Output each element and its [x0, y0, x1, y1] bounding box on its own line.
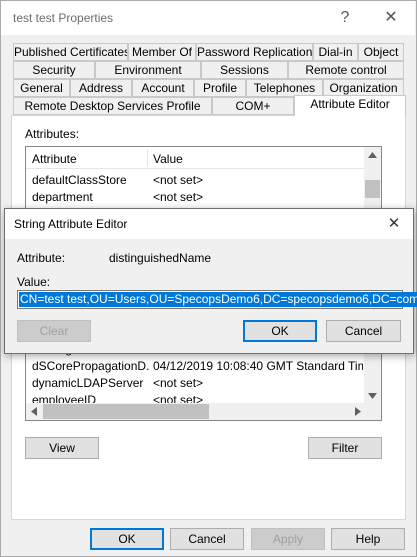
dialog-title: String Attribute Editor [14, 217, 128, 231]
column-header-value[interactable]: Value [153, 152, 183, 166]
string-attribute-editor-dialog: String Attribute Editor ✕ Attribute: dis… [4, 208, 417, 354]
apply-button[interactable]: Apply [251, 528, 325, 550]
vertical-scroll-thumb[interactable] [365, 180, 380, 198]
tab-password-replication[interactable]: Password Replication [196, 43, 313, 61]
window-titlebar: test test Properties ? ✕ [1, 1, 415, 35]
dialog-close-icon[interactable]: ✕ [379, 212, 409, 236]
value-input[interactable]: CN=test test,OU=Users,OU=SpecopsDemo6,DC… [17, 290, 417, 309]
tab-com-plus[interactable]: COM+ [212, 97, 294, 115]
column-divider [147, 149, 148, 167]
scroll-down-arrow-icon[interactable] [368, 393, 377, 399]
attribute-name: dynamicLDAPServer [32, 376, 144, 390]
list-row[interactable]: defaultClassStore <not set> [32, 172, 362, 189]
scroll-right-arrow-icon[interactable] [355, 407, 361, 416]
horizontal-scrollbar[interactable] [26, 403, 366, 420]
tab-general[interactable]: General [13, 79, 70, 97]
tab-remote-control[interactable]: Remote control [288, 61, 404, 79]
list-row[interactable]: department <not set> [32, 189, 362, 206]
tab-environment[interactable]: Environment [95, 61, 201, 79]
attribute-name: dSCorePropagationD... [32, 359, 150, 373]
attribute-name-value: distinguishedName [109, 251, 212, 265]
tab-sessions[interactable]: Sessions [201, 61, 288, 79]
value-selected-text: CN=test test,OU=Users,OU=SpecopsDemo6,DC… [19, 292, 417, 307]
tab-address[interactable]: Address [70, 79, 132, 97]
tab-security[interactable]: Security [13, 61, 95, 79]
dialog-cancel-button[interactable]: Cancel [326, 320, 401, 342]
attribute-value: <not set> [153, 173, 204, 187]
list-row[interactable]: dSCorePropagationD... 04/12/2019 10:08:4… [32, 358, 363, 375]
attribute-label: Attribute: [17, 251, 66, 265]
tab-object[interactable]: Object [358, 43, 404, 61]
horizontal-scroll-thumb[interactable] [43, 404, 209, 419]
view-button[interactable]: View [25, 437, 99, 459]
tab-remote-desktop-services-profile[interactable]: Remote Desktop Services Profile [13, 97, 212, 115]
tab-account[interactable]: Account [132, 79, 194, 97]
attribute-name: defaultClassStore [32, 173, 127, 187]
close-title-button[interactable]: ✕ [373, 3, 409, 33]
column-header-attribute[interactable]: Attribute [32, 152, 77, 166]
attribute-value: <not set> [153, 376, 204, 390]
tab-attribute-editor[interactable]: Attribute Editor [294, 95, 406, 116]
dialog-ok-button[interactable]: OK [243, 320, 317, 342]
attribute-value: 04/12/2019 10:08:40 GMT Standard Time; 0 [153, 359, 363, 373]
help-title-button[interactable]: ? [327, 3, 363, 33]
attribute-value: <not set> [153, 190, 204, 204]
tab-profile[interactable]: Profile [194, 79, 246, 97]
tab-member-of[interactable]: Member Of [128, 43, 196, 61]
dialog-titlebar: String Attribute Editor ✕ [5, 209, 413, 239]
window-title: test test Properties [13, 11, 114, 25]
cancel-button[interactable]: Cancel [170, 528, 244, 550]
tab-dial-in[interactable]: Dial-in [313, 43, 358, 61]
scroll-left-arrow-icon[interactable] [31, 407, 37, 416]
tab-published-certificates[interactable]: Published Certificates [13, 43, 128, 61]
scroll-up-arrow-icon[interactable] [368, 152, 377, 158]
list-row[interactable]: dynamicLDAPServer <not set> [32, 375, 362, 392]
clear-button[interactable]: Clear [17, 320, 91, 342]
value-label: Value: [17, 275, 51, 289]
ok-button[interactable]: OK [90, 528, 164, 550]
filter-button[interactable]: Filter [308, 437, 382, 459]
list-header: Attribute Value [26, 147, 366, 169]
attributes-label: Attributes: [25, 127, 80, 141]
scrollbar-corner [364, 403, 381, 420]
help-button[interactable]: Help [331, 528, 405, 550]
attribute-name: department [32, 190, 93, 204]
